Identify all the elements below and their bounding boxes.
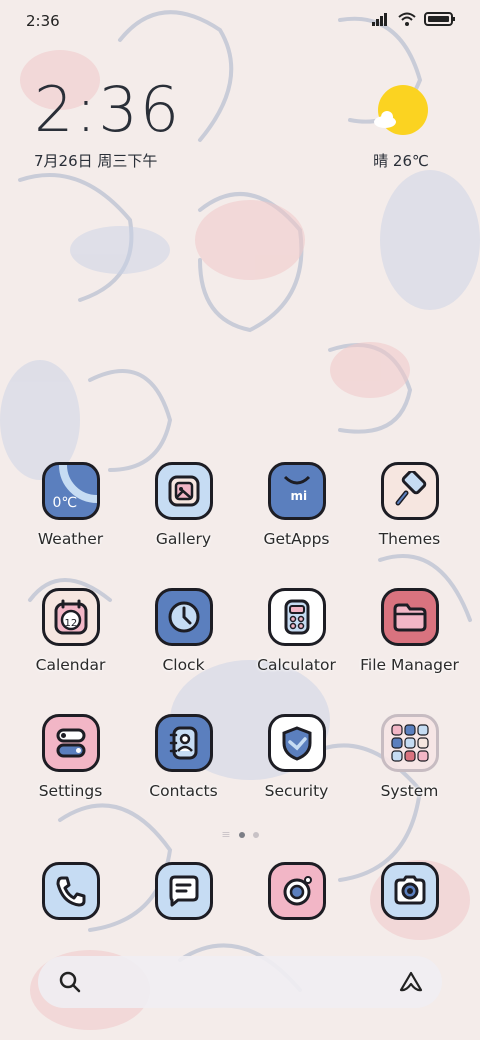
app-settings[interactable]: Settings	[14, 714, 127, 840]
dock-messages[interactable]	[127, 862, 240, 920]
folder-icon	[380, 588, 439, 646]
contacts-icon	[154, 714, 213, 772]
app-label: Clock	[162, 656, 205, 674]
app-label: Calendar	[35, 656, 106, 674]
widget-date: 7月26日 周三下午	[34, 152, 158, 170]
page-indicator[interactable]: ≡	[0, 828, 480, 841]
app-label: GetApps	[263, 530, 330, 548]
app-getapps[interactable]: mi GetApps	[240, 462, 353, 588]
app-contacts[interactable]: Contacts	[127, 714, 240, 840]
sun-icon	[374, 85, 428, 135]
app-label: Calculator	[257, 656, 336, 674]
signal-icon	[372, 13, 387, 26]
app-calculator[interactable]: Calculator	[240, 588, 353, 714]
getapps-badge: mi	[290, 489, 308, 503]
dock-phone[interactable]	[14, 862, 127, 920]
app-security[interactable]: Security	[240, 714, 353, 840]
system-folder-icon	[380, 714, 439, 772]
calculator-icon	[267, 588, 326, 646]
app-label: Contacts	[149, 782, 218, 800]
app-themes[interactable]: Themes	[353, 462, 466, 588]
dock-camera[interactable]	[353, 862, 466, 920]
app-label: File Manager	[360, 656, 459, 674]
app-calendar[interactable]: 12 Calendar	[14, 588, 127, 714]
app-clock[interactable]: Clock	[127, 588, 240, 714]
clock-widget[interactable]: 2:36 7月26日 周三下午	[34, 78, 181, 171]
app-label: System	[380, 782, 439, 800]
page-dot-active	[238, 832, 245, 838]
app-label: Gallery	[155, 530, 212, 548]
app-gallery[interactable]: Gallery	[127, 462, 240, 588]
status-bar: 2:36	[0, 0, 480, 40]
dock	[14, 862, 466, 920]
status-time: 2:36	[26, 12, 60, 30]
calendar-icon: 12	[41, 588, 100, 646]
feed-indicator-icon: ≡	[221, 828, 231, 841]
app-weather[interactable]: 0℃ Weather	[14, 462, 127, 588]
app-file-manager[interactable]: File Manager	[353, 588, 466, 714]
assistant-icon[interactable]	[398, 970, 424, 994]
page-dot	[252, 832, 259, 838]
app-label: Weather	[37, 530, 104, 548]
messages-icon	[154, 862, 213, 920]
browser-icon	[267, 862, 326, 920]
status-icons	[372, 12, 456, 26]
widget-time: 2:36	[34, 73, 182, 146]
app-label: Security	[264, 782, 329, 800]
weather-widget[interactable]: 晴 26℃	[356, 84, 446, 171]
clock-icon	[154, 588, 213, 646]
dock-browser[interactable]	[240, 862, 353, 920]
themes-icon	[380, 462, 439, 520]
gallery-icon	[154, 462, 213, 520]
weather-text: 晴 26℃	[373, 152, 429, 170]
phone-icon	[41, 862, 100, 920]
wifi-icon	[398, 12, 416, 26]
getapps-icon: mi	[267, 462, 326, 520]
app-label: Themes	[378, 530, 441, 548]
search-bar[interactable]	[38, 956, 442, 1008]
security-icon	[267, 714, 326, 772]
search-icon	[59, 971, 81, 993]
app-grid: 0℃ Weather Gallery mi GetApps Themes 12 …	[14, 462, 466, 840]
app-system-folder[interactable]: System	[353, 714, 466, 840]
battery-icon	[424, 12, 455, 26]
camera-icon	[380, 862, 439, 920]
settings-icon	[41, 714, 100, 772]
app-label: Settings	[38, 782, 103, 800]
weather-temp: 0℃	[52, 495, 78, 511]
calendar-day: 12	[64, 618, 78, 629]
weather-icon: 0℃	[41, 462, 100, 520]
